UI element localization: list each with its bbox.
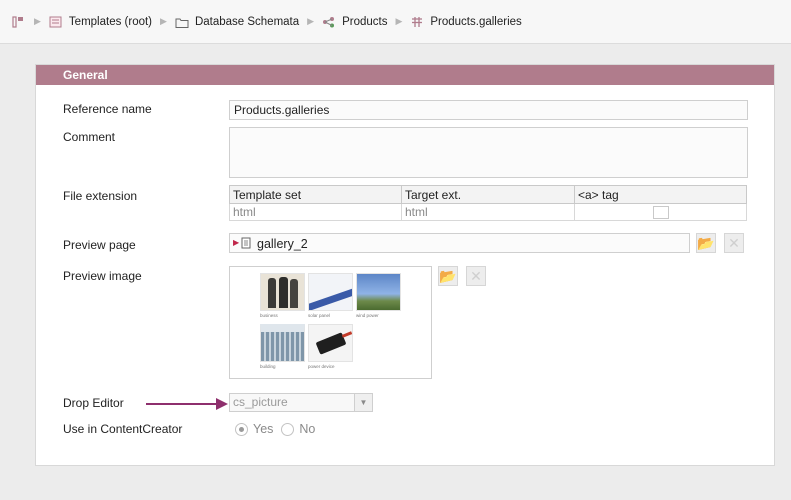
breadcrumb-item-products-galleries[interactable]: Products.galleries xyxy=(410,15,522,28)
breadcrumb-label: Products xyxy=(342,15,388,28)
preview-page-field[interactable]: ▶ gallery_2 xyxy=(229,233,690,253)
no-radio-label: No xyxy=(299,422,316,436)
remove-preview-page-button[interactable]: ✕ xyxy=(724,233,744,253)
yes-radio-label: Yes xyxy=(253,422,274,436)
preview-image-gallery: business solar panel wind power building… xyxy=(229,266,432,379)
breadcrumb-label: Products.galleries xyxy=(430,15,522,28)
breadcrumb-item-database-schemata[interactable]: Database Schemata xyxy=(175,16,299,28)
target-ext-cell[interactable]: html xyxy=(401,203,575,221)
preview-thumbnail[interactable]: business xyxy=(260,273,305,321)
column-header-target-ext[interactable]: Target ext. xyxy=(401,185,575,204)
thumbnail-image xyxy=(308,324,353,362)
a-tag-checkbox[interactable] xyxy=(652,205,669,219)
open-folder-icon: 📂 xyxy=(439,267,457,284)
column-header-template-set[interactable]: Template set xyxy=(229,185,402,204)
schema-icon xyxy=(322,16,336,28)
table-row[interactable]: html html xyxy=(229,203,747,221)
breadcrumb: ▶ Templates (root) ▶ Database Schemata ▶… xyxy=(0,0,791,44)
breadcrumb-separator-icon: ▶ xyxy=(395,16,403,26)
folder-icon xyxy=(175,16,189,28)
preview-thumbnail[interactable]: solar panel xyxy=(308,273,353,321)
use-in-contentcreator-radio-group: Yes No xyxy=(235,422,315,436)
preview-thumbnail[interactable]: building xyxy=(260,324,305,372)
template-root-icon xyxy=(49,16,63,28)
file-extension-table: Template set Target ext. <a> tag html ht… xyxy=(229,185,747,221)
annotation-arrowhead-icon xyxy=(216,398,228,410)
general-panel: General Reference name Products.gallerie… xyxy=(35,64,775,466)
reference-name-label: Reference name xyxy=(63,102,152,116)
chevron-down-icon[interactable]: ▼ xyxy=(354,394,372,411)
drop-editor-select[interactable]: cs_picture ▼ xyxy=(229,393,373,412)
close-icon: ✕ xyxy=(470,267,482,284)
no-radio[interactable] xyxy=(281,422,295,436)
thumbnail-caption: solar panel xyxy=(308,313,331,318)
thumbnail-image xyxy=(308,273,353,311)
template-set-cell[interactable]: html xyxy=(229,203,402,221)
use-in-contentcreator-label: Use in ContentCreator xyxy=(63,422,183,436)
page-icon xyxy=(241,237,251,252)
a-tag-cell[interactable] xyxy=(574,203,747,221)
open-folder-icon: 📂 xyxy=(697,234,715,251)
breadcrumb-separator-icon: ▶ xyxy=(160,16,167,26)
thumbnail-caption: business xyxy=(260,313,278,318)
breadcrumb-label: Templates (root) xyxy=(68,15,153,28)
choose-preview-image-button[interactable]: 📂 xyxy=(438,266,458,286)
preview-thumbnail[interactable]: wind power xyxy=(356,273,401,321)
choose-preview-page-button[interactable]: 📂 xyxy=(696,233,716,253)
thumbnail-image xyxy=(260,324,305,362)
expand-arrow-icon: ▶ xyxy=(233,238,240,247)
drop-editor-label: Drop Editor xyxy=(63,396,124,410)
column-header-a-tag[interactable]: <a> tag xyxy=(574,185,747,204)
comment-field[interactable] xyxy=(229,127,748,178)
thumbnail-caption: power device xyxy=(308,364,335,369)
section-header[interactable]: General xyxy=(36,65,774,85)
tree-toggle-icon[interactable] xyxy=(12,15,26,28)
thumbnail-image xyxy=(260,273,305,311)
preview-page-label: Preview page xyxy=(63,238,136,252)
breadcrumb-item-products[interactable]: Products xyxy=(322,16,387,28)
preview-image-label: Preview image xyxy=(63,269,142,283)
preview-thumbnail[interactable]: power device xyxy=(308,324,353,372)
breadcrumb-label: Database Schemata xyxy=(194,15,300,28)
thumbnail-image xyxy=(356,273,401,311)
reference-name-value: Products.galleries xyxy=(234,103,330,117)
annotation-arrow xyxy=(146,403,218,405)
thumbnail-caption: building xyxy=(260,364,276,369)
breadcrumb-separator-icon: ▶ xyxy=(307,16,315,26)
file-extension-label: File extension xyxy=(63,189,138,203)
breadcrumb-separator-icon: ▶ xyxy=(34,16,41,26)
preview-page-value: gallery_2 xyxy=(257,237,308,251)
comment-label: Comment xyxy=(63,130,116,144)
close-icon: ✕ xyxy=(728,234,740,251)
breadcrumb-item-templates-root[interactable]: Templates (root) xyxy=(49,16,152,28)
remove-preview-image-button[interactable]: ✕ xyxy=(466,266,486,286)
table-template-icon xyxy=(410,16,424,28)
thumbnail-caption: wind power xyxy=(356,313,379,318)
drop-editor-value: cs_picture xyxy=(233,395,288,409)
reference-name-field[interactable]: Products.galleries xyxy=(229,100,748,120)
yes-radio[interactable] xyxy=(235,422,248,436)
